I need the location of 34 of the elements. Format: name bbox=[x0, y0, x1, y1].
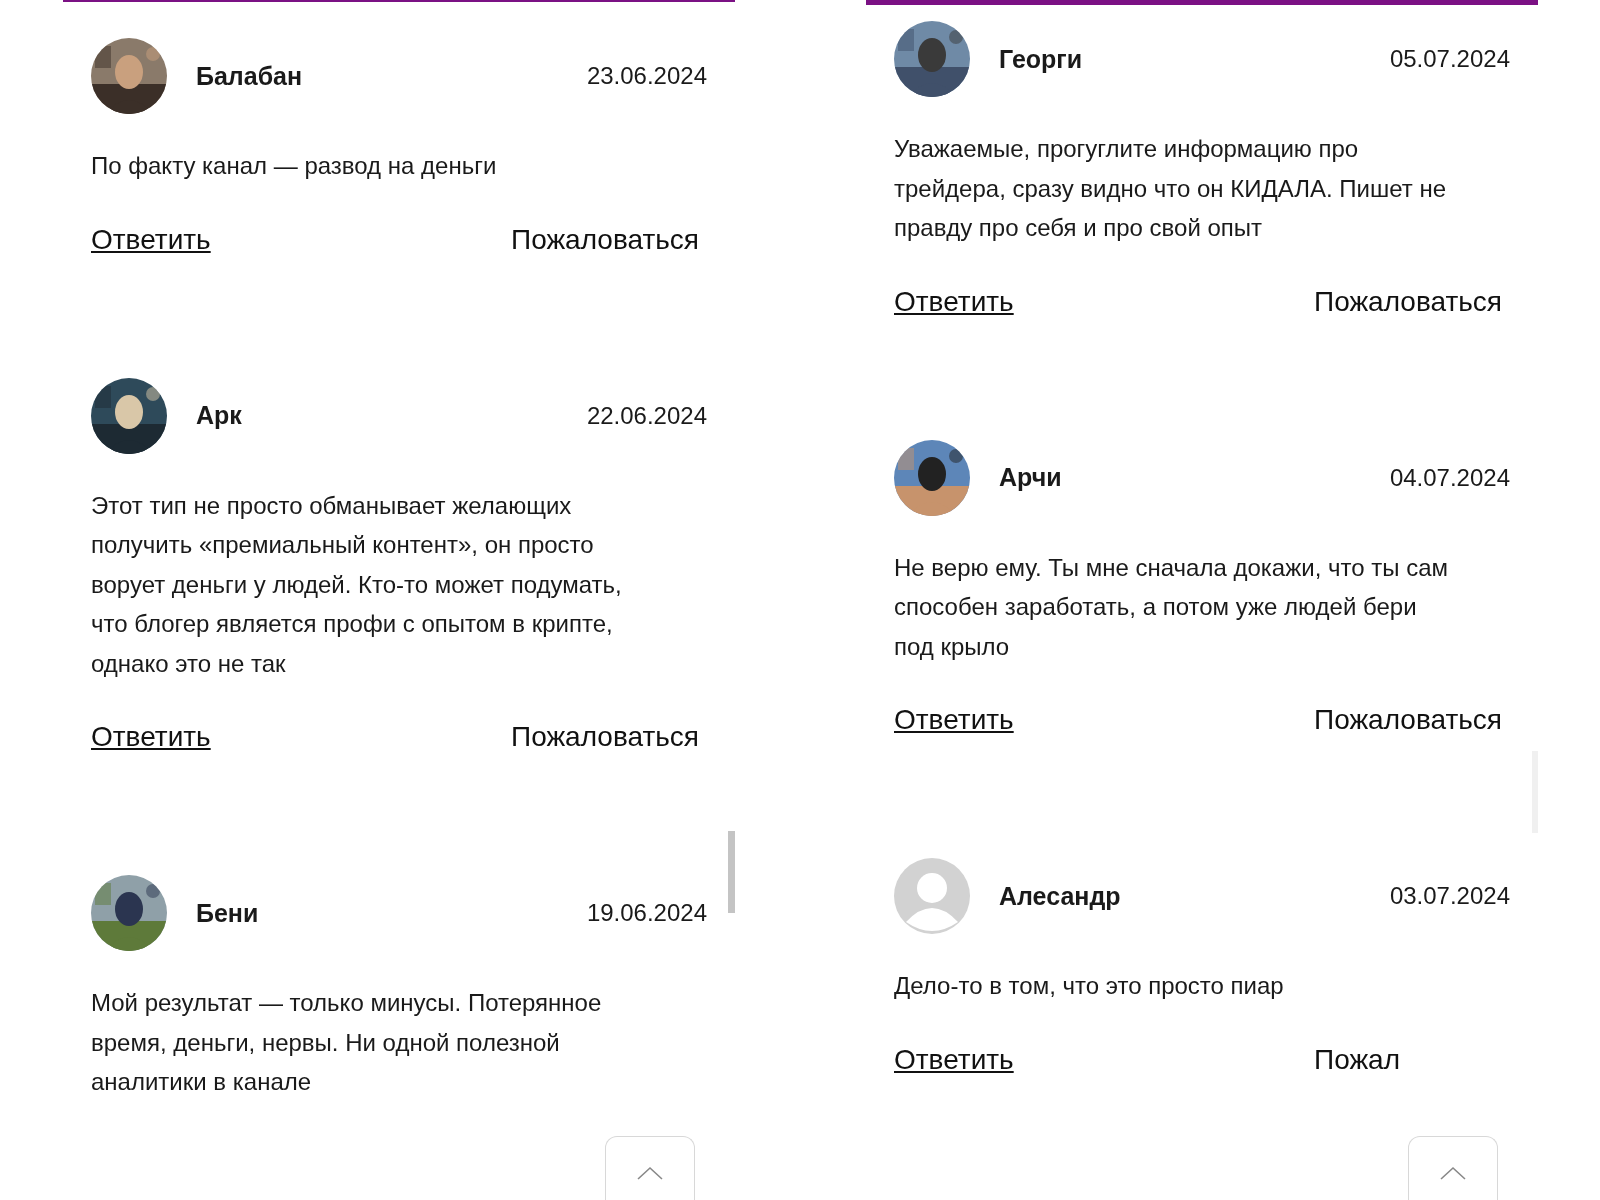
reply-link[interactable]: Ответить bbox=[894, 1043, 1014, 1076]
reply-link[interactable]: Ответить bbox=[894, 285, 1014, 318]
report-link[interactable]: Пожал bbox=[1314, 1043, 1401, 1076]
report-link[interactable]: Пожаловаться bbox=[1314, 285, 1502, 318]
user-silhouette-icon bbox=[894, 858, 970, 934]
scroll-top-button[interactable] bbox=[605, 1136, 695, 1200]
author-name: Георги bbox=[999, 44, 1083, 74]
scroll-top-button[interactable] bbox=[1408, 1136, 1498, 1200]
report-link[interactable]: Пожаловаться bbox=[511, 721, 699, 753]
scrollbar-thumb[interactable] bbox=[728, 831, 735, 913]
report-link[interactable]: Пожаловаться bbox=[1314, 704, 1502, 736]
comment-date: 22.06.2024 bbox=[586, 401, 707, 430]
author-name: Балабан bbox=[196, 61, 303, 91]
reply-link[interactable]: Ответить bbox=[894, 704, 1014, 736]
author-name: Бени bbox=[196, 898, 259, 928]
reply-link[interactable]: Ответить bbox=[91, 721, 211, 753]
comment-text: Этот тип не просто обманывает желающих получить «премиальный контент», он просто ворует деньги у людей. Кто-то может подумать, что блогер является профи с опытом в крипте, однако это не так bbox=[91, 490, 623, 679]
comment-text: Не верю ему. Ты мне сначала докажи, что ты сам способен заработать, а потом уже людей бери под крыло bbox=[894, 552, 1449, 662]
comment-text: Дело-то в том, что это просто пиар bbox=[894, 971, 1285, 1001]
report-link[interactable]: Пожаловаться bbox=[511, 223, 699, 256]
comment-date: 04.07.2024 bbox=[1389, 463, 1510, 492]
comment-date: 19.06.2024 bbox=[586, 899, 707, 927]
comment-text: По факту канал — развод на деньги bbox=[91, 151, 498, 181]
comment-text: Уважаемые, прогуглите информацию про трейдера, сразу видно что он КИДАЛА. Пишет не правду про себя и про свой опыт bbox=[894, 134, 1448, 243]
chevron-up-icon bbox=[637, 1165, 663, 1180]
author-name: Арчи bbox=[999, 463, 1062, 492]
reply-link[interactable]: Ответить bbox=[91, 223, 211, 256]
comment-date: 23.06.2024 bbox=[586, 62, 707, 90]
author-name: Алесандр bbox=[999, 881, 1121, 911]
author-name: Арк bbox=[196, 401, 242, 430]
comment-date: 05.07.2024 bbox=[1389, 45, 1510, 73]
comment-date: 03.07.2024 bbox=[1389, 882, 1510, 910]
comment-text: Мой результат — только минусы. Потерянное время, деньги, нервы. Ни одной полезной аналитики в канале bbox=[91, 988, 603, 1097]
chevron-up-icon bbox=[1440, 1165, 1466, 1180]
